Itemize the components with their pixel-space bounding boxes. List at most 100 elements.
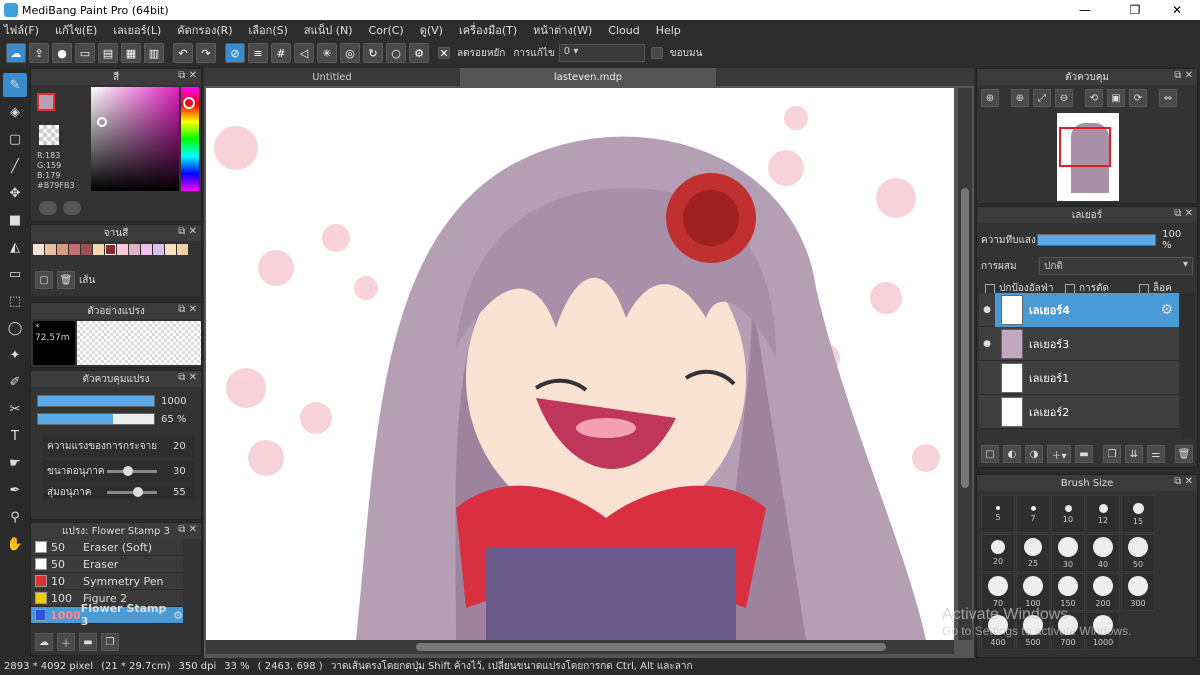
layer-properties-icon[interactable]: ⚌ xyxy=(1147,445,1165,463)
brush-opacity-slider[interactable] xyxy=(37,413,155,425)
line-tool-icon[interactable]: ╱ xyxy=(3,154,27,178)
move-tool-icon[interactable]: ✥ xyxy=(3,181,27,205)
menu-file[interactable]: ไฟล์(F) xyxy=(4,21,39,39)
undo-icon[interactable]: ↶ xyxy=(173,43,193,63)
layer-item[interactable]: เลเยอร์1 xyxy=(979,361,1179,395)
menu-view[interactable]: ดู(V) xyxy=(420,21,443,39)
palette-swatch[interactable] xyxy=(33,244,44,255)
palette-swatch[interactable] xyxy=(141,244,152,255)
palette-swatch[interactable] xyxy=(165,244,176,255)
rect-tool-icon[interactable]: ▢ xyxy=(3,127,27,151)
menu-edit[interactable]: แก้ไข(E) xyxy=(55,21,97,39)
antialias-checkbox[interactable]: ✕ xyxy=(438,47,450,60)
new-layer-icon[interactable]: ▢ xyxy=(981,445,999,463)
tab-lasteven[interactable]: lasteven.mdp xyxy=(460,68,716,86)
new-halftone-layer-icon[interactable]: ◐ xyxy=(1003,445,1021,463)
new-8bit-layer-icon[interactable]: ◑ xyxy=(1025,445,1043,463)
fill-rect-tool-icon[interactable]: ■ xyxy=(3,208,27,232)
palette-swatch[interactable] xyxy=(153,244,164,255)
cloud-brush-icon[interactable]: ☁ xyxy=(35,633,53,651)
folder-icon[interactable]: ▬ xyxy=(79,633,97,651)
hue-slider[interactable] xyxy=(181,87,199,191)
particle-slider[interactable] xyxy=(107,466,157,476)
brush-size-cell[interactable]: 15 xyxy=(1121,495,1155,533)
panel-close-icon[interactable]: ⧉ ✕ xyxy=(178,226,197,237)
panel-close-icon[interactable]: ⧉ ✕ xyxy=(178,70,197,81)
minimize-button[interactable]: — xyxy=(1062,0,1108,20)
rotate-left-icon[interactable]: ⟲ xyxy=(1085,89,1103,107)
panel-close-icon[interactable]: ⧉ ✕ xyxy=(178,304,197,315)
page-icon[interactable]: ▤ xyxy=(98,43,118,63)
transparent-swatch[interactable] xyxy=(39,125,59,145)
palette-swatch[interactable] xyxy=(177,244,188,255)
zoom-in-icon[interactable]: ⊕ xyxy=(981,89,999,107)
vanish-snap-icon[interactable]: ◁ xyxy=(294,43,314,63)
menu-select[interactable]: เลือก(S) xyxy=(249,21,288,39)
grid-icon[interactable]: ▥ xyxy=(144,43,164,63)
palette-swatch[interactable] xyxy=(69,244,80,255)
brush-item[interactable]: 50 Eraser xyxy=(31,556,183,573)
gradient-tool-icon[interactable]: ▭ xyxy=(3,262,27,286)
panel-icon[interactable]: ▦ xyxy=(121,43,141,63)
menu-filter[interactable]: คัดกรอง(R) xyxy=(177,21,232,39)
brush-size-cell[interactable]: 50 xyxy=(1121,534,1155,572)
text-tool-icon[interactable]: T xyxy=(3,424,27,448)
brush-size-cell[interactable]: 5 xyxy=(981,495,1015,533)
brush-size-slider[interactable] xyxy=(37,395,155,407)
tab-untitled[interactable]: Untitled xyxy=(204,68,460,86)
eraser-tool-icon[interactable]: ◈ xyxy=(3,100,27,124)
palette-swatch[interactable] xyxy=(45,244,56,255)
menu-cloud[interactable]: Cloud xyxy=(608,24,639,37)
snap-off-icon[interactable]: ⊘ xyxy=(225,43,245,63)
foreground-color-swatch[interactable] xyxy=(37,93,55,111)
delete-palette-icon[interactable]: 🗑 xyxy=(57,271,75,289)
menu-snap[interactable]: สแน็ป (N) xyxy=(304,21,353,39)
menu-help[interactable]: Help xyxy=(656,24,681,37)
select-eraser-icon[interactable]: ✂ xyxy=(3,397,27,421)
navigator-viewport[interactable] xyxy=(1059,127,1111,167)
share-icon[interactable]: ⇪ xyxy=(29,43,49,63)
zoom-in-icon[interactable]: ⊕ xyxy=(1011,89,1029,107)
panel-close-icon[interactable]: ⧉ ✕ xyxy=(178,524,197,535)
saturation-value-picker[interactable] xyxy=(91,87,179,191)
panel-close-icon[interactable]: ⧉ ✕ xyxy=(1174,476,1193,487)
add-layer-menu-icon[interactable]: ＋▾ xyxy=(1047,445,1071,463)
redo-icon[interactable]: ↷ xyxy=(196,43,216,63)
parallel-snap-icon[interactable]: ≡ xyxy=(248,43,268,63)
panel-close-icon[interactable]: ⧉ ✕ xyxy=(1174,70,1193,81)
panel-close-icon[interactable]: ⧉ ✕ xyxy=(178,372,197,383)
circle-snap-icon[interactable]: ○ xyxy=(386,43,406,63)
layer-item-selected[interactable]: เลเยอร์4 ⚙ xyxy=(995,292,1179,327)
rotate-right-icon[interactable]: ⟳ xyxy=(1129,89,1147,107)
layer-scrollbar[interactable] xyxy=(1181,293,1195,439)
brush-size-cell[interactable]: 40 xyxy=(1086,534,1120,572)
navigator-thumbnail[interactable] xyxy=(1057,113,1119,201)
fit-screen-icon[interactable]: ▣ xyxy=(1107,89,1125,107)
random-slider[interactable] xyxy=(107,486,157,497)
brush-tool-icon[interactable]: ✎ xyxy=(3,73,27,97)
new-palette-icon[interactable]: ▢ xyxy=(35,271,53,289)
palette-swatch[interactable] xyxy=(117,244,128,255)
layer-item[interactable]: เลเยอร์2 xyxy=(979,395,1179,429)
palette-icon[interactable] xyxy=(39,201,57,215)
palette-swatch[interactable] xyxy=(57,244,68,255)
curve-snap-icon[interactable]: ↻ xyxy=(363,43,383,63)
delete-layer-icon[interactable]: 🗑 xyxy=(1175,445,1193,463)
hand-tool-icon[interactable]: ✋ xyxy=(3,532,27,556)
palette-swatch-selected[interactable] xyxy=(105,244,116,255)
concentric-snap-icon[interactable]: ◎ xyxy=(340,43,360,63)
new-folder-icon[interactable]: ▬ xyxy=(1075,445,1093,463)
brush-size-cell[interactable]: 30 xyxy=(1051,534,1085,572)
maximize-button[interactable]: ❐ xyxy=(1112,0,1158,20)
duplicate-layer-icon[interactable]: ❐ xyxy=(1103,445,1121,463)
menu-window[interactable]: หน้าต่าง(W) xyxy=(533,21,592,39)
layer-visibility-icon[interactable]: ● xyxy=(979,305,995,315)
flip-icon[interactable]: ⇔ xyxy=(1159,89,1177,107)
cloud-icon[interactable]: ☁ xyxy=(6,43,26,63)
palette-swatch[interactable] xyxy=(129,244,140,255)
horizontal-scrollbar[interactable] xyxy=(206,640,954,654)
zoom-out-icon[interactable]: ⊖ xyxy=(1055,89,1073,107)
comment-icon[interactable]: ● xyxy=(52,43,72,63)
horizontal-scroll-thumb[interactable] xyxy=(416,643,886,651)
copy-brush-icon[interactable]: ❐ xyxy=(101,633,119,651)
